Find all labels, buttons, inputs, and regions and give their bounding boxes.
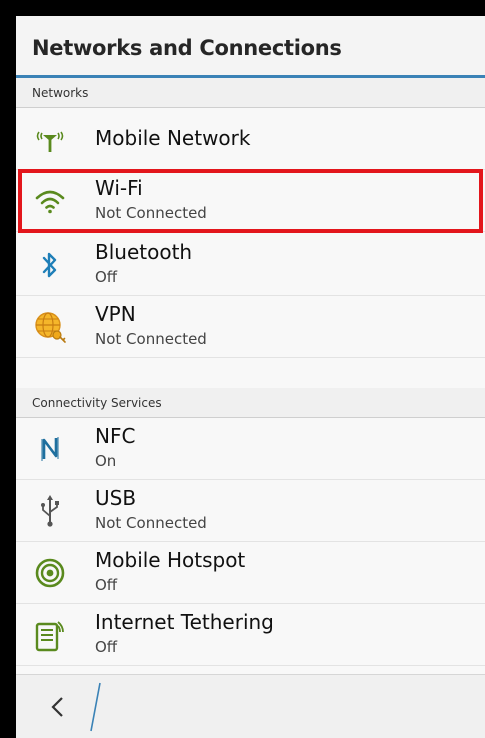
tethering-icon <box>32 617 68 653</box>
item-label: Internet Tethering <box>95 610 274 634</box>
settings-screen: Networks and Connections Networks Mobile… <box>16 16 485 738</box>
item-label: Mobile Network <box>95 126 251 150</box>
item-status: On <box>95 452 117 470</box>
page-title: Networks and Connections <box>32 36 342 60</box>
item-label: Wi-Fi <box>95 176 143 200</box>
list-item-usb[interactable]: USB Not Connected <box>16 480 485 542</box>
item-label: NFC <box>95 424 136 448</box>
list-item-internet-tethering[interactable]: Internet Tethering Off <box>16 604 485 666</box>
item-label: VPN <box>95 302 136 326</box>
title-bar: Networks and Connections <box>16 16 485 78</box>
item-label: Mobile Hotspot <box>95 548 246 572</box>
usb-icon <box>32 493 68 529</box>
bar-divider <box>90 682 101 732</box>
list-item-mobile-network[interactable]: Mobile Network <box>16 108 485 170</box>
antenna-icon <box>32 121 68 157</box>
back-chevron-icon <box>51 697 63 717</box>
wifi-icon <box>32 183 68 219</box>
section-header-connectivity-services: Connectivity Services <box>16 388 485 418</box>
item-status: Off <box>95 268 118 286</box>
list-item-mobile-hotspot[interactable]: Mobile Hotspot Off <box>16 542 485 604</box>
list-item-bluetooth[interactable]: Bluetooth Off <box>16 234 485 296</box>
item-status: Not Connected <box>95 204 207 222</box>
item-status: Off <box>95 576 118 594</box>
list-item-nfc[interactable]: NFC On <box>16 418 485 480</box>
item-status: Not Connected <box>95 514 207 532</box>
nfc-icon <box>32 431 68 467</box>
item-label: USB <box>95 486 137 510</box>
section-title: Connectivity Services <box>32 396 162 410</box>
item-status: Off <box>95 638 118 656</box>
list-item-wifi[interactable]: Wi-Fi Not Connected <box>16 170 485 232</box>
hotspot-icon <box>32 555 68 591</box>
bluetooth-icon <box>32 247 68 283</box>
back-button[interactable] <box>40 689 76 725</box>
bottom-action-bar <box>16 674 485 738</box>
list-item-vpn[interactable]: VPN Not Connected <box>16 296 485 358</box>
section-title: Networks <box>32 86 89 100</box>
vpn-globe-icon <box>32 309 68 345</box>
item-status: Not Connected <box>95 330 207 348</box>
item-label: Bluetooth <box>95 240 193 264</box>
section-header-networks: Networks <box>16 78 485 108</box>
